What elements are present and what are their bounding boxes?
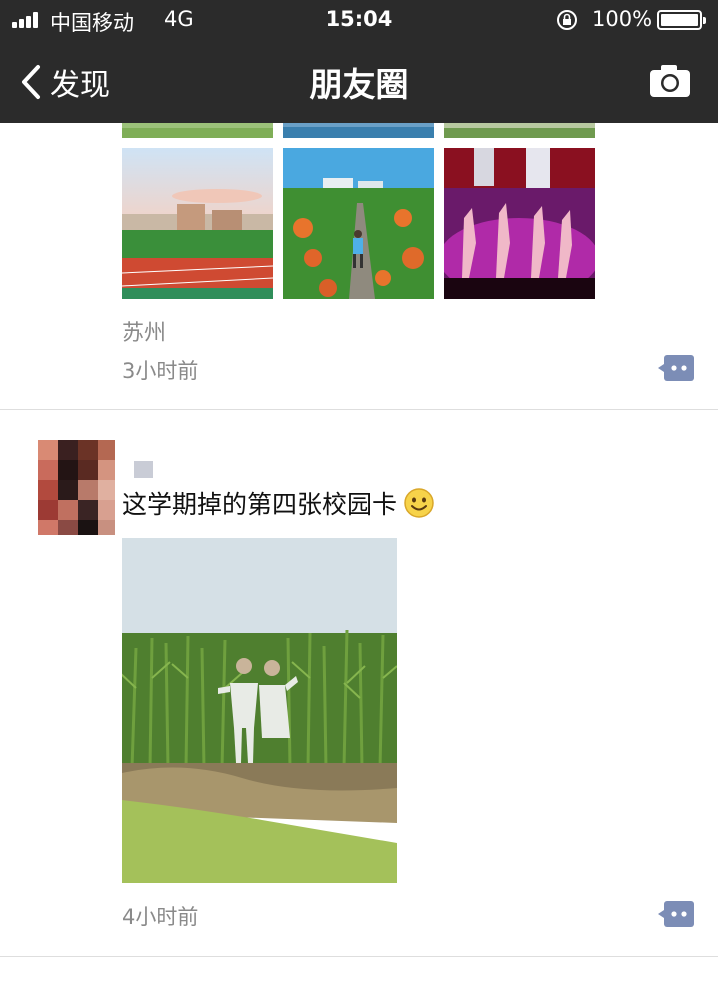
post-image[interactable] <box>444 148 595 299</box>
status-bar: 中国移动 4G 15:04 100% <box>0 0 718 40</box>
post-divider <box>0 956 718 957</box>
post-location[interactable]: 苏州 <box>122 315 166 347</box>
post-image[interactable] <box>122 148 273 299</box>
moments-feed[interactable]: 苏州 3小时前 这学期掉的第四张校园卡 4小时前 <box>0 123 718 985</box>
smile-emoji-icon <box>404 488 434 518</box>
avatar[interactable] <box>38 440 115 535</box>
top-bar: 中国移动 4G 15:04 100% 发现 朋友圈 <box>0 0 718 123</box>
username[interactable] <box>134 461 153 478</box>
comment-button[interactable] <box>658 355 694 381</box>
camera-icon[interactable] <box>648 62 692 98</box>
battery-icon <box>657 10 706 30</box>
moment-post: 苏州 3小时前 <box>0 123 718 410</box>
post-divider <box>0 409 718 410</box>
post-image[interactable] <box>122 123 273 138</box>
post-timestamp: 3小时前 <box>122 359 199 383</box>
post-image[interactable] <box>283 148 434 299</box>
battery-percentage: 100% <box>592 7 653 31</box>
post-image[interactable] <box>444 123 595 138</box>
post-content: 这学期掉的第四张校园卡 <box>122 485 435 521</box>
comment-button[interactable] <box>658 901 694 927</box>
post-photo[interactable] <box>122 538 397 883</box>
post-timestamp: 4小时前 <box>122 905 199 929</box>
orientation-lock-icon <box>557 10 577 30</box>
post-text: 这学期掉的第四张校园卡 <box>122 490 398 519</box>
post-image[interactable] <box>283 123 434 138</box>
page-title: 朋友圈 <box>309 65 409 104</box>
